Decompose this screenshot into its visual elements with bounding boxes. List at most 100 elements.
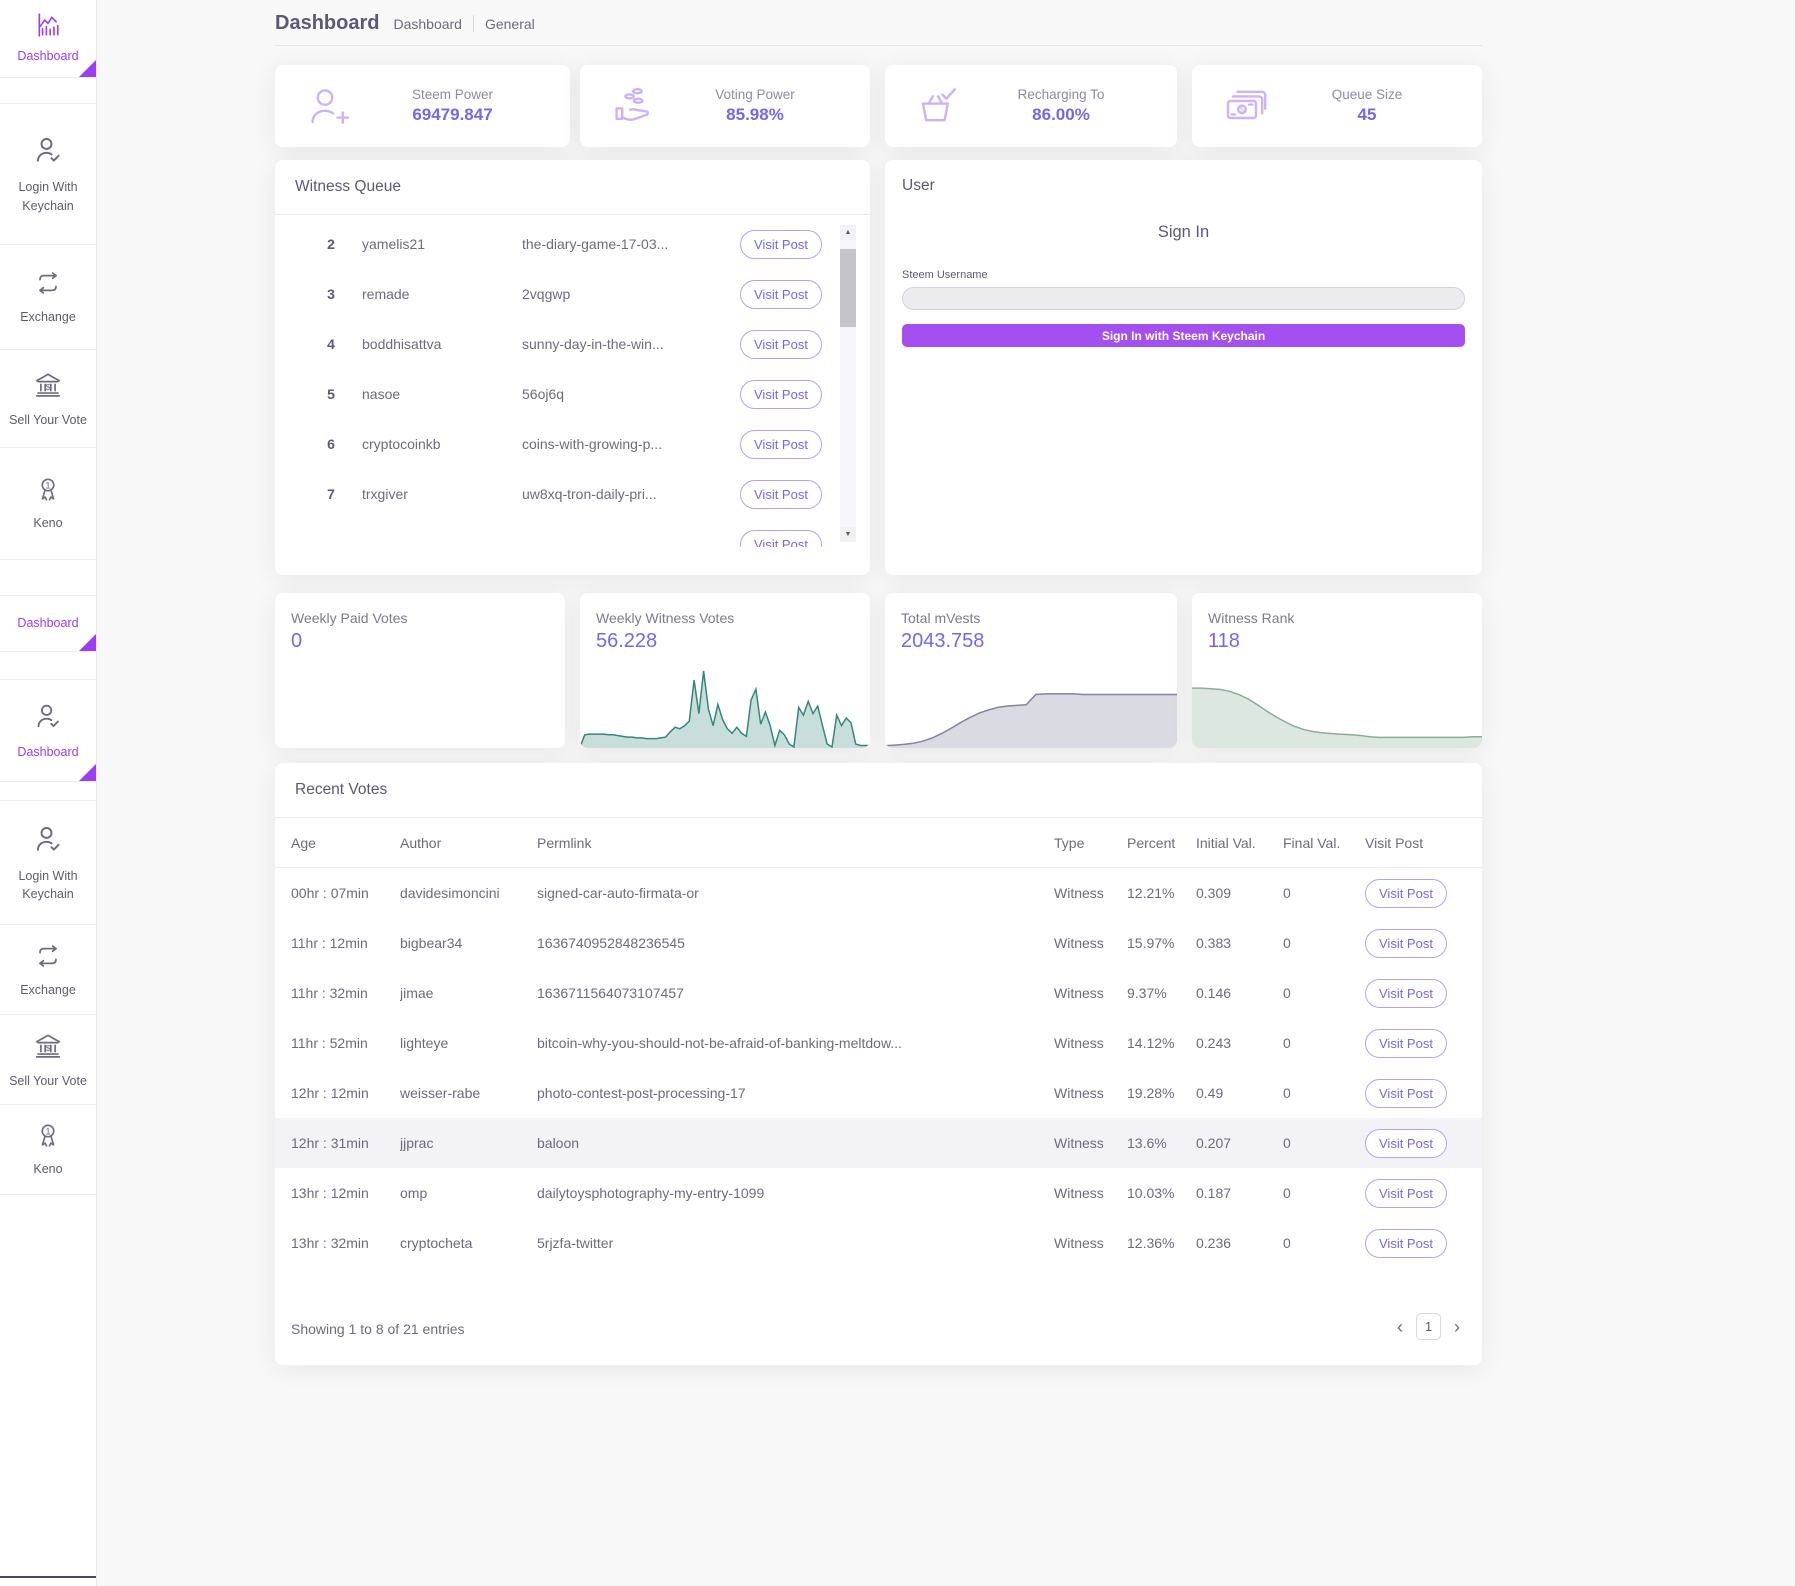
column-header-age: Age	[291, 834, 316, 851]
vote-age: 12hr : 12min	[291, 1085, 369, 1101]
witness-row-partial: Visit Post	[275, 520, 870, 547]
table-row: 00hr : 07min davidesimoncini signed-car-…	[275, 868, 1482, 918]
visit-post-button[interactable]: Visit Post	[1365, 1028, 1447, 1058]
sidebar-item-exchange[interactable]: Exchange	[0, 245, 96, 350]
vote-type: Witness	[1054, 935, 1104, 951]
column-header-visit-post: Visit Post	[1365, 834, 1424, 851]
svg-text:$: $	[1240, 104, 1245, 114]
visit-post-button[interactable]: Visit Post	[1365, 1228, 1447, 1258]
visit-post-button[interactable]: Visit Post	[740, 279, 822, 309]
vote-final-val: 0	[1283, 1235, 1291, 1251]
breadcrumb-dashboard[interactable]: Dashboard	[393, 16, 462, 32]
sidebar-item-dashboard-3[interactable]: Dashboard	[0, 680, 96, 782]
witness-rank: 3	[327, 286, 335, 302]
witness-queue-panel: Witness Queue 2 yamelis21 the-diary-game…	[275, 160, 870, 575]
vote-age: 11hr : 52min	[291, 1035, 368, 1051]
visit-post-button[interactable]: Visit Post	[1365, 1128, 1447, 1158]
visit-post-button[interactable]: Visit Post	[740, 229, 822, 259]
witness-author: cryptocoinkb	[362, 436, 441, 452]
breadcrumb-general[interactable]: General	[485, 16, 535, 32]
sign-in-keychain-button[interactable]: Sign In with Steem Keychain	[902, 324, 1465, 347]
sidebar-item-exchange-2[interactable]: Exchange	[0, 925, 96, 1015]
sidebar-item-sell-your-vote-2[interactable]: $ Sell Your Vote	[0, 1015, 96, 1105]
page-title: Dashboard	[275, 12, 380, 34]
sidebar: Dashboard Login With Keychain Exchange $…	[0, 0, 97, 1586]
recent-votes-header-row: Age Author Permlink Type Percent Initial…	[275, 818, 1482, 868]
page-number-button[interactable]: 1	[1416, 1313, 1441, 1340]
witness-rank: 5	[327, 386, 335, 402]
witness-permlink: uw8xq-tron-daily-pri...	[522, 486, 657, 502]
witness-queue-list: 2 yamelis21 the-diary-game-17-03... Visi…	[275, 215, 870, 547]
vote-final-val: 0	[1283, 885, 1291, 901]
sidebar-item-login-with-keychain-2[interactable]: Login With Keychain	[0, 800, 96, 925]
visit-post-button[interactable]: Visit Post	[1365, 928, 1447, 958]
recent-votes-title: Recent Votes	[295, 781, 388, 798]
scrollbar-thumb[interactable]	[840, 249, 856, 327]
sidebar-item-label: Sell Your Vote	[9, 412, 87, 427]
visit-post-button[interactable]: Visit Post	[740, 479, 822, 509]
vote-final-val: 0	[1283, 985, 1291, 1001]
sidebar-item-login-with-keychain[interactable]: Login With Keychain	[0, 104, 96, 245]
stat-card-steem-power: Steem Power 69479.847	[275, 65, 570, 147]
visit-post-button[interactable]: Visit Post	[1365, 1178, 1447, 1208]
steem-username-input[interactable]	[902, 287, 1465, 310]
metric-card-total-mvests: Total mVests 2043.758	[885, 593, 1177, 748]
basket-check-icon	[913, 81, 963, 131]
weekly-witness-votes-sparkline	[580, 670, 870, 748]
chevron-left-icon[interactable]: ‹	[1393, 1316, 1407, 1338]
visit-post-button[interactable]: Visit Post	[740, 429, 822, 459]
cash-stack-icon: $	[1220, 81, 1270, 131]
chevron-right-icon[interactable]: ›	[1450, 1316, 1464, 1338]
metric-label: Weekly Paid Votes	[291, 610, 408, 626]
visit-post-button[interactable]: Visit Post	[1365, 878, 1447, 908]
vote-author: bigbear34	[400, 935, 463, 951]
sidebar-item-dashboard-2[interactable]: Dashboard	[0, 595, 96, 652]
visit-post-button[interactable]: Visit Post	[1365, 978, 1447, 1008]
vote-percent: 12.21%	[1127, 885, 1175, 901]
vote-initial-val: 0.49	[1196, 1085, 1224, 1101]
sidebar-item-keno-2[interactable]: 1 Keno	[0, 1105, 96, 1195]
witness-author: remade	[362, 286, 410, 302]
witness-rank: 4	[327, 336, 335, 352]
svg-text:1: 1	[45, 480, 50, 490]
vote-type: Witness	[1054, 1035, 1104, 1051]
metric-value: 0	[291, 630, 303, 652]
metric-value: 118	[1208, 630, 1240, 652]
witness-queue-title: Witness Queue	[295, 178, 401, 195]
vote-initial-val: 0.309	[1196, 885, 1232, 901]
vote-final-val: 0	[1283, 1085, 1291, 1101]
scroll-up-icon[interactable]: ▲	[840, 225, 856, 240]
scroll-down-icon[interactable]: ▼	[840, 527, 856, 542]
vote-author: jjprac	[400, 1135, 434, 1151]
vote-percent: 14.12%	[1127, 1035, 1175, 1051]
vote-initial-val: 0.146	[1196, 985, 1232, 1001]
sidebar-item-label: Exchange	[20, 982, 76, 997]
vote-author: cryptocheta	[400, 1235, 473, 1251]
stat-label: Voting Power	[715, 87, 795, 102]
user-check-icon	[31, 700, 65, 734]
table-row: 12hr : 12min weisser-rabe photo-contest-…	[275, 1068, 1482, 1118]
vote-age: 13hr : 32min	[291, 1235, 369, 1251]
table-row: 13hr : 12min omp dailytoysphotography-my…	[275, 1168, 1482, 1218]
stat-label: Steem Power	[411, 87, 494, 102]
visit-post-button[interactable]: Visit Post	[740, 379, 822, 409]
exchange-icon	[32, 940, 64, 972]
active-corner-marker	[79, 764, 96, 781]
user-check-icon	[30, 133, 66, 169]
witness-queue-scrollbar[interactable]: ▲ ▼	[840, 225, 856, 542]
stat-value: 45	[1357, 105, 1377, 124]
vote-initial-val: 0.243	[1196, 1035, 1232, 1051]
visit-post-button[interactable]: Visit Post	[740, 329, 822, 359]
sidebar-item-keno[interactable]: 1 Keno	[0, 448, 96, 560]
witness-row: 2 yamelis21 the-diary-game-17-03... Visi…	[275, 219, 870, 269]
stat-value: 86.00%	[1032, 105, 1090, 124]
visit-post-button[interactable]: Visit Post	[1365, 1078, 1447, 1108]
sidebar-item-sell-your-vote[interactable]: $ Sell Your Vote	[0, 350, 96, 448]
witness-rank: 2	[327, 236, 335, 252]
sidebar-item-dashboard[interactable]: Dashboard	[0, 0, 96, 78]
stat-card-recharging-to: Recharging To 86.00%	[885, 65, 1177, 147]
vote-type: Witness	[1054, 885, 1104, 901]
vote-percent: 19.28%	[1127, 1085, 1175, 1101]
visit-post-button[interactable]: Visit Post	[740, 530, 822, 547]
vote-percent: 12.36%	[1127, 1235, 1175, 1251]
